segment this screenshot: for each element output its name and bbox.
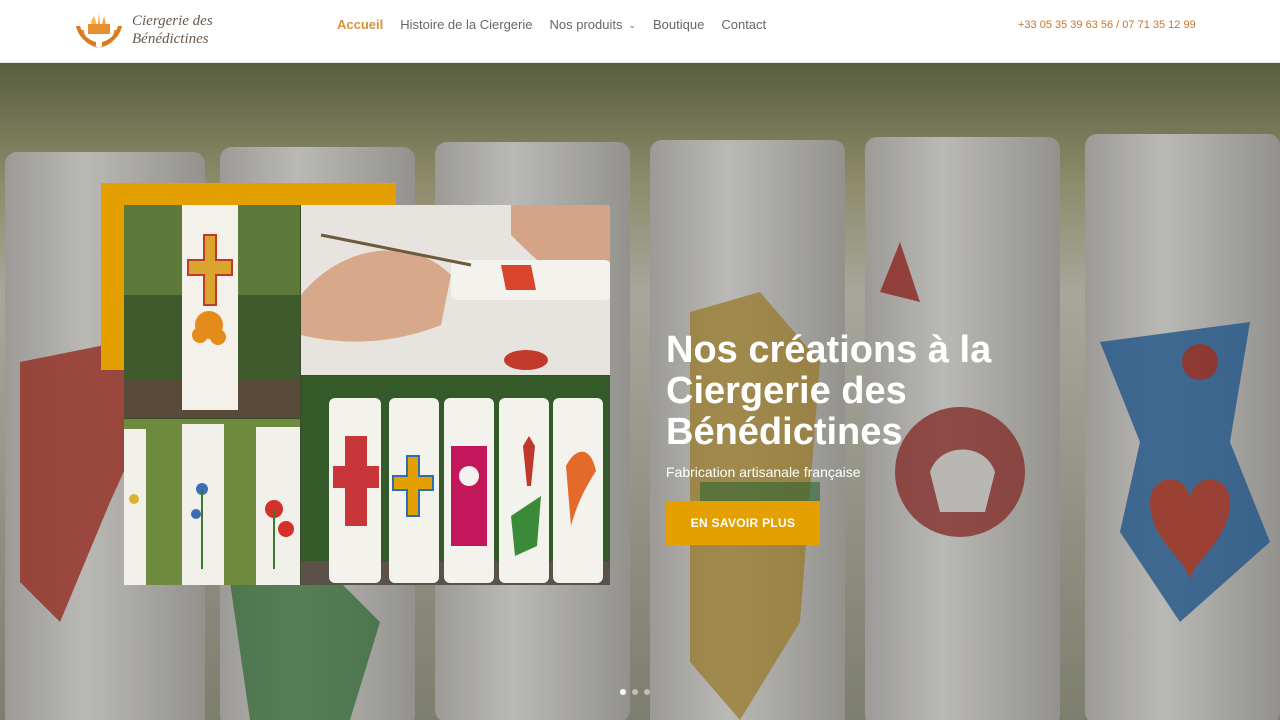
site-logo[interactable]: Ciergerie des Bénédictines <box>72 7 222 53</box>
hands-flame-logo-icon <box>76 12 122 48</box>
phone-number[interactable]: +33 05 35 39 63 56 / 07 71 35 12 99 <box>1018 19 1196 31</box>
collage-tile-five-candles <box>301 376 610 585</box>
collage-tile-cross-candle <box>124 205 300 418</box>
hero-subtitle: Fabrication artisanale française <box>666 464 861 480</box>
slider-dot-2[interactable] <box>632 689 638 695</box>
site-header: Ciergerie des Bénédictines Accueil Histo… <box>0 0 1280 63</box>
slider-dot-1[interactable] <box>620 689 626 695</box>
collage-tile-flower-candles <box>124 419 300 585</box>
nav-item-contact[interactable]: Contact <box>721 17 766 32</box>
main-nav: Accueil Histoire de la Ciergerie Nos pro… <box>337 17 783 32</box>
nav-item-histoire[interactable]: Histoire de la Ciergerie <box>400 17 532 32</box>
nav-item-boutique[interactable]: Boutique <box>653 17 704 32</box>
hero-slider: Nos créations à la Ciergerie des Bénédic… <box>0 62 1280 720</box>
collage-tile-painting-hands <box>301 205 610 375</box>
chevron-down-icon: ⌄ <box>628 20 637 30</box>
nav-item-nos-produits[interactable]: Nos produits ⌄ <box>549 17 636 32</box>
brand-line-2: Bénédictines <box>132 31 209 47</box>
en-savoir-plus-button[interactable]: EN SAVOIR PLUS <box>666 501 820 545</box>
hero-title: Nos créations à la Ciergerie des Bénédic… <box>666 329 992 453</box>
brand-line-1: Ciergerie des <box>132 13 213 29</box>
candle-collage-image <box>124 205 610 585</box>
nav-item-nos-produits-label: Nos produits <box>549 17 623 32</box>
slider-dot-3[interactable] <box>644 689 650 695</box>
nav-item-accueil[interactable]: Accueil <box>337 17 383 32</box>
slider-pagination <box>620 689 650 695</box>
